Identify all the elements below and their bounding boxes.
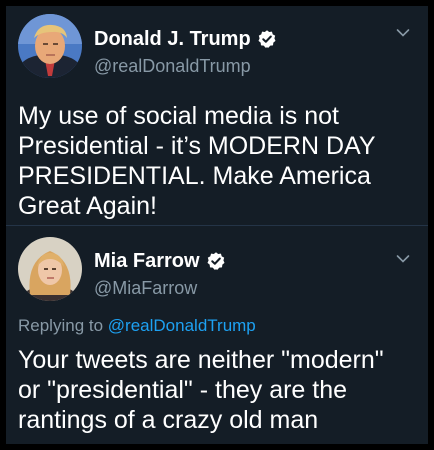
replying-to: Replying to @realDonaldTrump [18, 316, 256, 336]
tweet-text-line: Presidential - it’s MODERN DAY [18, 132, 376, 160]
replying-to-link[interactable]: @realDonaldTrump [108, 316, 256, 335]
chevron-down-icon[interactable] [396, 28, 410, 38]
tweet-trump[interactable]: Donald J. Trump @realDonaldTrump My use … [6, 6, 428, 226]
tweet-text-line: Your tweets are neither "modern" [18, 346, 384, 374]
display-name[interactable]: Donald J. Trump [94, 28, 251, 51]
verified-badge-icon [258, 30, 276, 48]
verified-badge-icon [207, 252, 225, 270]
tweet-text-line: Great Again! [18, 192, 157, 220]
avatar-trump[interactable] [18, 14, 82, 78]
chevron-down-icon[interactable] [396, 254, 410, 264]
tweet-text: My use of social media is not Presidenti… [18, 101, 422, 221]
replying-to-label: Replying to [18, 316, 104, 335]
author-row: Donald J. Trump [94, 26, 277, 52]
tweet-farrow[interactable]: Mia Farrow @MiaFarrow Replying to @realD… [6, 226, 428, 444]
tweet-text-line: My use of social media is not [18, 102, 339, 130]
handle[interactable]: @realDonaldTrump [94, 56, 251, 77]
avatar-farrow[interactable] [18, 237, 82, 301]
tweet-thread: Donald J. Trump @realDonaldTrump My use … [6, 6, 428, 444]
tweet-text: Your tweets are neither "modern" or "pre… [18, 345, 422, 435]
tweet-text-line: rantings of a crazy old man [18, 406, 319, 434]
tweet-text-line: or "presidential" - they are the [18, 376, 348, 404]
tweet-text-line: PRESIDENTIAL. Make America [18, 162, 371, 190]
handle[interactable]: @MiaFarrow [94, 278, 197, 299]
display-name[interactable]: Mia Farrow [94, 250, 200, 273]
author-row: Mia Farrow [94, 248, 226, 274]
